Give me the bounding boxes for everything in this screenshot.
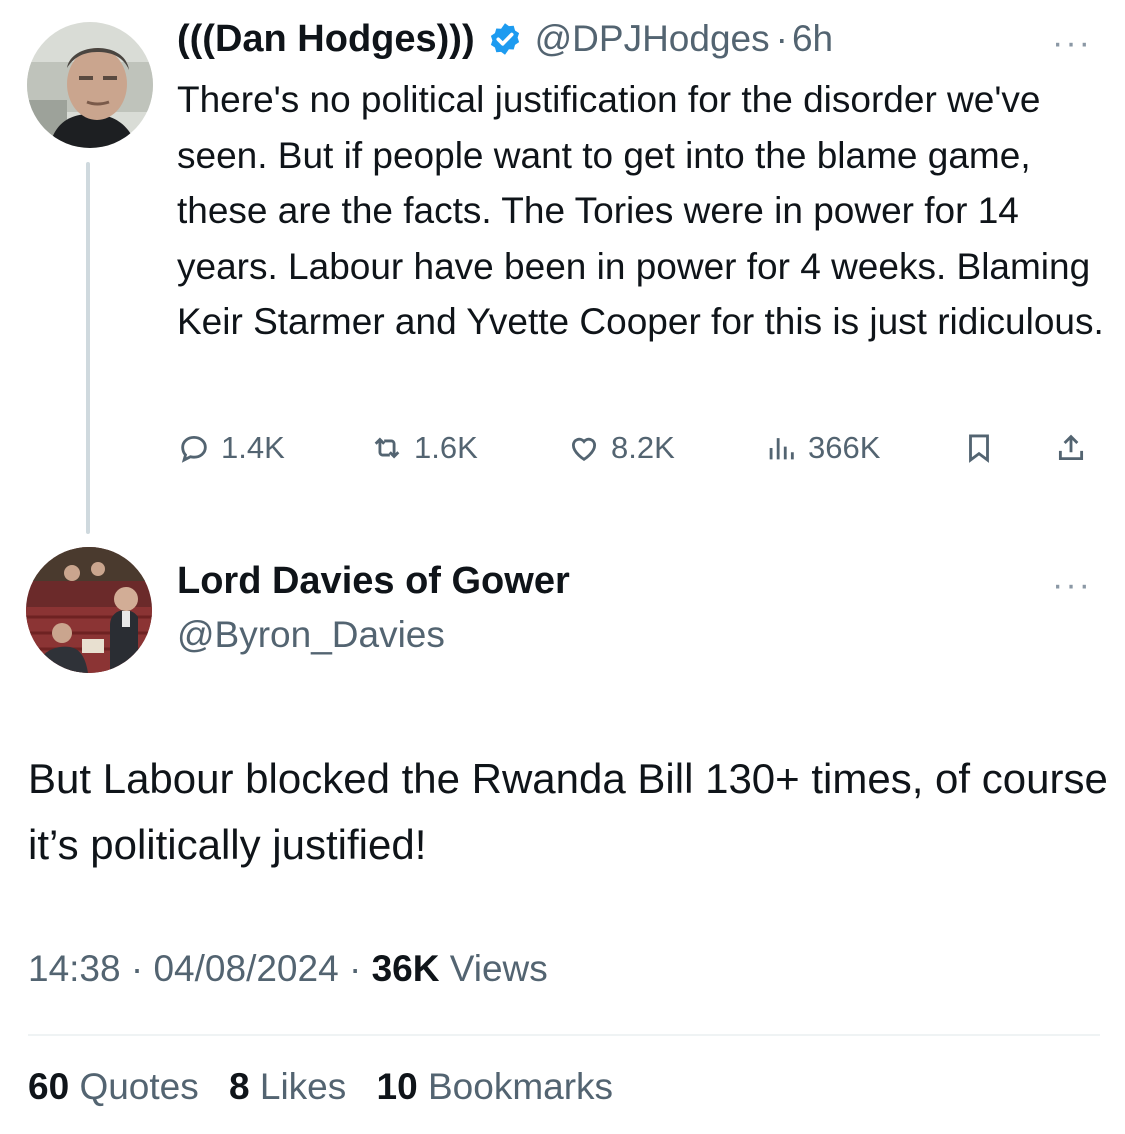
share-icon — [1058, 434, 1084, 461]
separator-dot: · — [775, 18, 788, 59]
bookmark-button[interactable] — [962, 420, 996, 476]
quotes-label: Quotes — [79, 1066, 199, 1107]
meta-dot: · — [130, 948, 144, 989]
quotes-stat[interactable]: 60 Quotes — [28, 1066, 199, 1107]
avatar-dan-hodges[interactable] — [27, 22, 153, 148]
views-label: Views — [449, 948, 548, 989]
like-count: 8.2K — [611, 430, 675, 465]
more-icon[interactable]: ··· — [1052, 24, 1092, 63]
parent-tweet-text: There's no political justification for t… — [177, 79, 1104, 342]
likes-label: Likes — [259, 1066, 347, 1107]
bookmark-icon — [969, 434, 989, 463]
quotes-count: 60 — [28, 1066, 70, 1107]
thread-connector-line — [86, 162, 90, 534]
likes-stat[interactable]: 8 Likes — [229, 1066, 346, 1107]
reply-button[interactable]: 1.4K — [177, 420, 285, 476]
views-count: 366K — [808, 430, 881, 465]
reply-author-handle[interactable]: @Byron_Davies — [177, 614, 445, 656]
tweet-time[interactable]: 14:38 — [28, 948, 121, 989]
repost-icon — [374, 437, 400, 459]
author-handle[interactable]: @DPJHodges — [535, 18, 770, 60]
views-icon — [769, 438, 794, 460]
like-icon — [571, 437, 597, 461]
meta-dot: · — [348, 948, 362, 989]
parent-header: (((Dan Hodges))) @DPJHodges · 6h — [177, 14, 833, 64]
reply-icon — [181, 435, 207, 463]
verified-badge-icon — [487, 21, 523, 57]
reply-more-icon[interactable]: ··· — [1052, 566, 1092, 605]
avatar-lord-davies[interactable] — [26, 547, 152, 673]
reply-tweet-text: But Labour blocked the Rwanda Bill 130+ … — [28, 755, 1108, 868]
repost-count: 1.6K — [414, 430, 478, 465]
like-button[interactable]: 8.2K — [567, 420, 675, 476]
bookmarks-stat[interactable]: 10 Bookmarks — [377, 1066, 614, 1107]
reply-count: 1.4K — [221, 430, 285, 465]
share-button[interactable] — [1054, 420, 1088, 476]
reply-author-name[interactable]: Lord Davies of Gower — [177, 560, 570, 603]
tweet-time[interactable]: 6h — [792, 18, 833, 60]
author-name[interactable]: (((Dan Hodges))) — [177, 18, 475, 61]
bookmarks-label: Bookmarks — [427, 1066, 614, 1107]
tweet-meta: 14:38 · 04/08/2024 · 36K Views — [28, 948, 548, 990]
views-count: 36K — [371, 948, 440, 989]
repost-button[interactable]: 1.6K — [370, 420, 478, 476]
likes-count: 8 — [229, 1066, 250, 1107]
engagement-stats: 60 Quotes 8 Likes 10 Bookmarks — [28, 1066, 633, 1108]
tweet-date[interactable]: 04/08/2024 — [153, 948, 338, 989]
views-button[interactable]: 366K — [764, 420, 880, 476]
bookmarks-count: 10 — [376, 1066, 418, 1107]
divider — [28, 1034, 1100, 1036]
